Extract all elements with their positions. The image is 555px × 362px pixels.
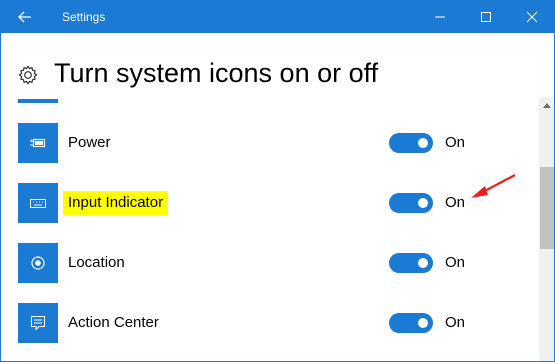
title-bar: Settings [1,1,554,33]
item-label: Input Indicator [63,191,169,215]
location-icon [31,256,45,270]
toggle-state-text: On [445,194,466,211]
battery-icon [30,138,46,148]
keyboard-icon [30,199,46,208]
toggle-knob [418,258,428,268]
list-item-location: Location On [1,243,541,303]
arrow-left-icon [18,11,31,23]
input-indicator-tile [18,183,58,223]
toggle-knob [418,318,428,328]
maximize-icon [481,12,491,22]
toggle-knob [418,138,428,148]
previous-item-tile [18,99,58,103]
list-item-action-center: Action Center On [1,303,541,361]
settings-window: Settings Turn system icons on or off Pow… [0,0,555,362]
close-button[interactable] [509,1,554,33]
item-label: Action Center [68,314,159,331]
power-tile [18,123,58,163]
window-title: Settings [62,10,106,24]
action-center-tile [18,303,58,343]
input-indicator-toggle[interactable] [389,193,433,213]
item-label: Power [68,134,111,151]
scroll-up-button[interactable] [539,97,554,113]
toggle-knob [418,198,428,208]
power-toggle[interactable] [389,133,433,153]
minimize-button[interactable] [417,1,463,33]
page-header: Turn system icons on or off [17,57,378,93]
page-title: Turn system icons on or off [54,58,379,88]
annotation-arrow-icon [471,174,516,198]
list-item-power: Power On [1,123,541,183]
toggle-state-text: On [445,134,466,151]
vertical-scrollbar[interactable] [539,97,554,361]
gear-icon [18,65,38,85]
close-icon [526,11,538,23]
location-toggle[interactable] [389,253,433,273]
chevron-up-icon [543,103,551,108]
list-item-input-indicator: Input Indicator On [1,183,541,243]
toggle-state-text: On [445,254,466,271]
item-label: Location [68,254,125,271]
minimize-icon [435,16,445,18]
action-center-icon [30,315,46,331]
back-button[interactable] [1,1,49,33]
location-tile [18,243,58,283]
action-center-toggle[interactable] [389,313,433,333]
maximize-button[interactable] [463,1,509,33]
scrollbar-thumb[interactable] [540,167,554,249]
toggle-state-text: On [445,314,466,331]
